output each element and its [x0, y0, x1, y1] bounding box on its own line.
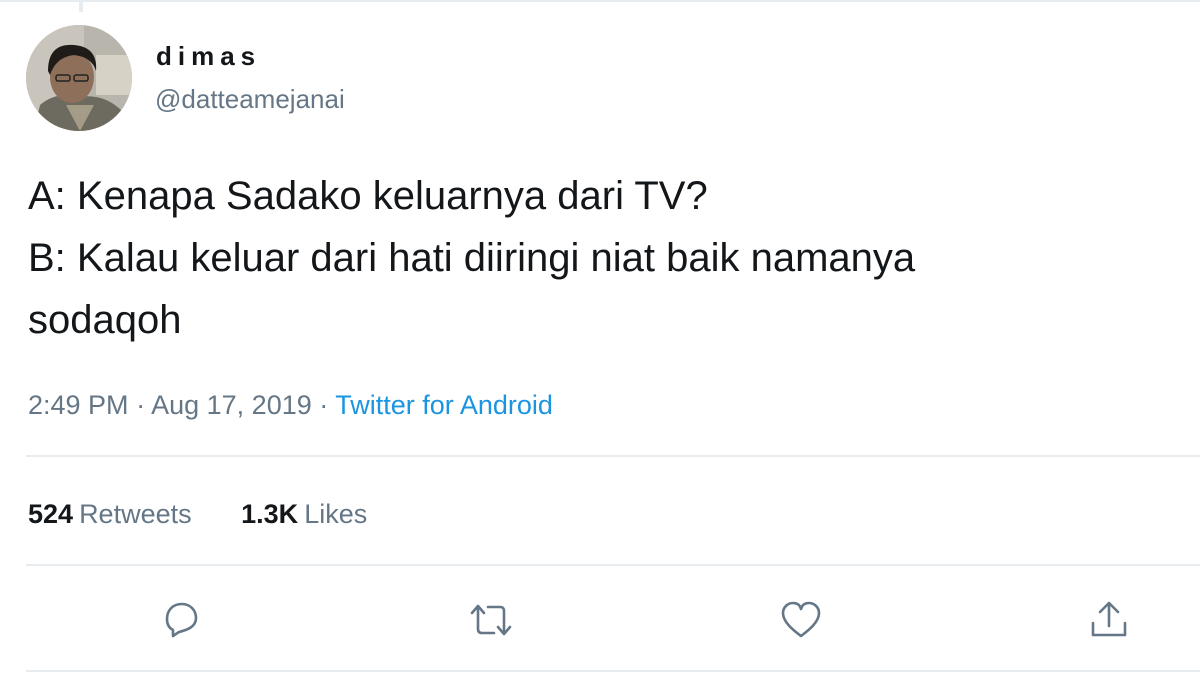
- retweets-stat[interactable]: 524 Retweets: [28, 499, 192, 529]
- divider: [26, 455, 1200, 457]
- tweet-text-line: sodaqoh: [28, 298, 182, 342]
- meta-separator: ·: [319, 390, 329, 420]
- divider: [26, 670, 1200, 672]
- tweet-text-line: B: Kalau keluar dari hati diiringi niat …: [28, 236, 916, 280]
- tweet-source-link[interactable]: Twitter for Android: [335, 390, 553, 420]
- tweet-time[interactable]: 2:49 PM: [28, 390, 129, 420]
- retweets-label: Retweets: [79, 499, 192, 529]
- meta-separator: ·: [136, 390, 146, 420]
- heart-icon: [781, 601, 821, 638]
- reply-button[interactable]: [157, 596, 205, 644]
- likes-label: Likes: [304, 499, 368, 529]
- avatar[interactable]: [26, 25, 132, 131]
- avatar-photo: [26, 25, 132, 131]
- tweet-stats: 524 Retweets 1.3K Likes: [28, 497, 367, 531]
- tweet-text-line: A: Kenapa Sadako keluarnya dari TV?: [28, 174, 708, 218]
- tweet-text: A: Kenapa Sadako keluarnya dari TV? B: K…: [28, 165, 1178, 351]
- user-handle[interactable]: @datteamejanai: [155, 82, 345, 116]
- like-button[interactable]: [777, 596, 825, 644]
- retweets-count: 524: [28, 499, 74, 529]
- share-icon: [1091, 601, 1127, 637]
- display-name[interactable]: dimas: [156, 40, 261, 72]
- retweet-icon: [470, 604, 512, 636]
- reply-icon: [165, 602, 198, 638]
- tweet-metadata: 2:49 PM · Aug 17, 2019 · Twitter for And…: [28, 388, 553, 422]
- tweet-date[interactable]: Aug 17, 2019: [151, 390, 312, 420]
- top-border: [0, 0, 1200, 2]
- likes-stat[interactable]: 1.3K Likes: [241, 499, 367, 529]
- thread-connector: [79, 0, 83, 12]
- divider: [26, 564, 1200, 566]
- likes-count: 1.3K: [241, 499, 299, 529]
- share-button[interactable]: [1085, 596, 1133, 644]
- retweet-button[interactable]: [467, 596, 515, 644]
